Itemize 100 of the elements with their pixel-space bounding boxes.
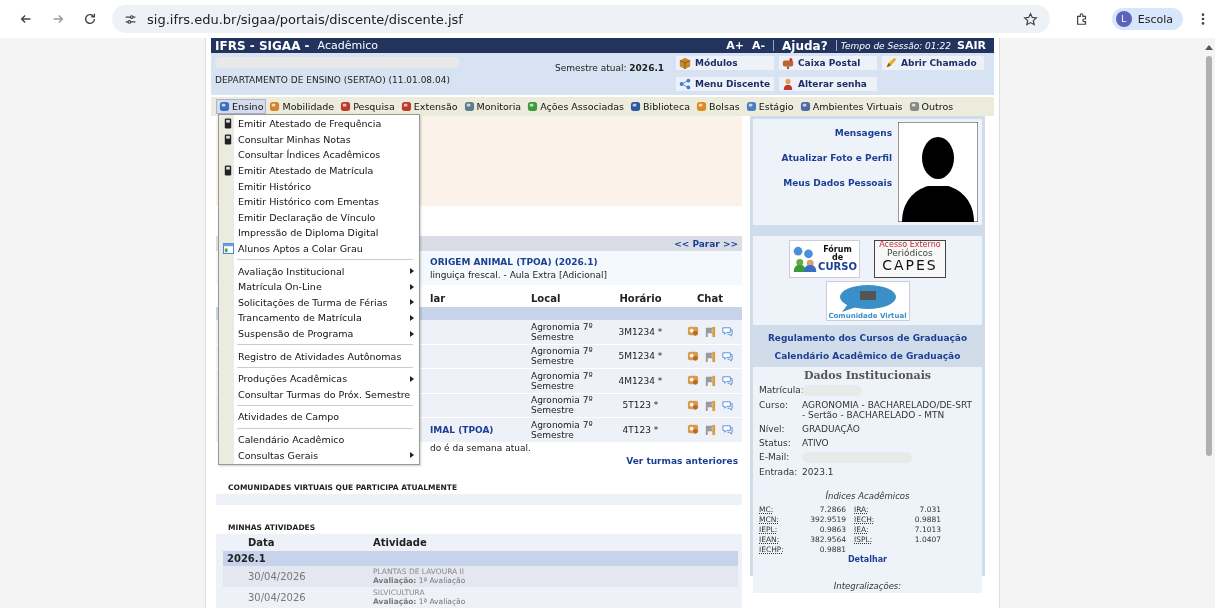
- section-subtitle: Integralizações:: [832, 581, 903, 591]
- reload-icon[interactable]: [83, 12, 97, 26]
- date-cell-text: 30/04/2026: [247, 591, 307, 603]
- forum-icon[interactable]: [686, 398, 700, 412]
- address-bar[interactable]: sig.ifrs.edu.br/sigaa/portais/discente/discente.jsf: [112, 5, 1050, 33]
- menu-item[interactable]: Emitir Atestado de Matrícula: [219, 162, 419, 179]
- menu-tab[interactable]: Biblioteca: [627, 99, 693, 114]
- menu-item[interactable]: Solicitações de Turma de Férias: [219, 294, 419, 311]
- side-link[interactable]: Calendário Acadêmico de Graduação: [774, 351, 961, 361]
- profile-chip[interactable]: L Escola: [1111, 8, 1183, 30]
- menu-item[interactable]: Produções Acadêmicas: [219, 370, 419, 387]
- extensions-icon[interactable]: [1074, 12, 1089, 26]
- font-decrease-link[interactable]: A-: [751, 39, 766, 52]
- chat-icon[interactable]: [720, 423, 734, 437]
- capes-logo[interactable]: Acesso Externo Periódicos CAPES: [873, 240, 946, 278]
- menu-item[interactable]: Trancamento de Matrícula: [219, 310, 419, 326]
- menu-icon[interactable]: [1201, 12, 1205, 26]
- menu-item[interactable]: Consultar Índices Acadêmicos: [219, 147, 419, 163]
- forum-logo[interactable]: Fórum de CURSO: [789, 240, 860, 278]
- flag-icon[interactable]: [703, 325, 717, 339]
- menu-item[interactable]: Emitir Histórico com Ementas: [219, 193, 419, 210]
- menu-item[interactable]: Emitir Histórico: [219, 178, 419, 194]
- menu-item[interactable]: Atividades de Campo: [219, 409, 419, 425]
- menu-item[interactable]: Matrícula On-Line: [219, 278, 419, 295]
- font-increase-link[interactable]: A+: [726, 39, 744, 52]
- menu-item[interactable]: Emitir Atestado de Frequência: [219, 116, 419, 132]
- menu-item[interactable]: Suspensão de Programa: [219, 325, 419, 342]
- menu-tab[interactable]: Ambientes Virtuais: [796, 99, 906, 114]
- flag-icon[interactable]: [703, 423, 717, 437]
- help-link[interactable]: Ajuda?: [782, 38, 828, 53]
- scroll-thumb[interactable]: [1206, 56, 1212, 456]
- menu-tab[interactable]: Bolsas: [693, 99, 743, 114]
- menu-tab[interactable]: Estágio: [742, 99, 797, 114]
- menu-tab[interactable]: Monitoria: [460, 99, 525, 114]
- menu-item[interactable]: Emitir Declaração de Vínculo: [219, 209, 419, 226]
- menu-item[interactable]: Registro de Atividades Autônomas: [219, 348, 419, 364]
- scroll-up-icon[interactable]: [1205, 44, 1213, 50]
- logo-text: Acesso Externo: [879, 241, 941, 249]
- flag-icon[interactable]: [703, 398, 717, 412]
- class-name-link[interactable]: IMAL (TPOA): [430, 424, 494, 435]
- table-icon: [222, 243, 234, 255]
- forum-icon[interactable]: [686, 349, 700, 363]
- forum-icon[interactable]: [686, 325, 700, 339]
- menu-tab[interactable]: Pesquisa: [337, 99, 398, 114]
- flag-icon[interactable]: [703, 349, 717, 363]
- semester-text: Semestre atual: 2026.1: [555, 62, 666, 75]
- side-link[interactable]: Regulamento dos Cursos de Graduação: [767, 333, 968, 343]
- menu-tab[interactable]: Ações Associadas: [524, 99, 628, 114]
- device-icon: [224, 165, 232, 177]
- notice-nav-link[interactable]: << Parar >>: [674, 238, 738, 249]
- menu-tab[interactable]: Mobilidade: [266, 99, 338, 114]
- profile-link[interactable]: Meus Dados Pessoais: [783, 178, 892, 188]
- menu-item[interactable]: Consultar Turmas do Próx. Semestre: [219, 386, 419, 403]
- chat-icon[interactable]: [720, 325, 734, 339]
- menu-tab[interactable]: Outros: [905, 99, 957, 114]
- menu-item[interactable]: Impressão de Diploma Digital: [219, 225, 419, 241]
- logo-text: CURSO: [818, 262, 857, 272]
- menu-item-icon: [745, 101, 757, 112]
- back-icon[interactable]: [19, 12, 33, 26]
- shortcut-button[interactable]: Alterar senha: [779, 77, 877, 91]
- profile-link[interactable]: Mensagens: [834, 128, 892, 138]
- menu-item[interactable]: Avaliação Institucional: [219, 263, 419, 279]
- notice-title[interactable]: ORIGEM ANIMAL (TPOA) (2026.1): [430, 256, 742, 267]
- menu-tab[interactable]: Ensino: [216, 99, 267, 114]
- forward-icon[interactable]: [51, 12, 65, 26]
- menu-item-icon: [696, 101, 707, 112]
- field-value: 2023.1: [802, 467, 835, 477]
- menu-item-icon: [340, 101, 352, 112]
- menu-tab[interactable]: Extensão: [397, 99, 461, 114]
- menu-item-icon: [219, 101, 230, 112]
- menu-item[interactable]: Alunos Aptos a Colar Grau: [219, 240, 419, 257]
- previous-classes-link[interactable]: Ver turmas anteriores: [626, 455, 738, 466]
- shortcut-button[interactable]: Módulos: [676, 56, 774, 70]
- column-header: lar: [430, 292, 446, 304]
- chat-icon[interactable]: [720, 374, 734, 388]
- speech-bubble-icon: [837, 284, 898, 312]
- chat-icon[interactable]: [720, 398, 734, 412]
- profile-name: Escola: [1137, 12, 1173, 26]
- bookmark-star-icon[interactable]: [1022, 11, 1038, 27]
- shortcut-button[interactable]: Menu Discente: [676, 77, 774, 91]
- details-link[interactable]: Detalhar: [759, 555, 976, 564]
- table-cell-text: Agronomia 7º Semestre: [531, 321, 594, 342]
- shortcut-button[interactable]: Caixa Postal: [779, 56, 877, 70]
- module-title: Acadêmico: [317, 39, 378, 52]
- column-header: Chat: [696, 292, 724, 304]
- system-title: IFRS - SIGAA -: [215, 38, 310, 53]
- forum-icon[interactable]: [686, 374, 700, 388]
- logout-link[interactable]: SAIR: [957, 39, 986, 52]
- shortcut-button[interactable]: Abrir Chamado: [882, 56, 984, 70]
- profile-link[interactable]: Atualizar Foto e Perfil: [781, 153, 892, 163]
- chat-icon[interactable]: [720, 349, 734, 363]
- logo-text: de: [831, 254, 844, 262]
- flag-icon[interactable]: [703, 374, 717, 388]
- table-cell-text: Agronomia 7º Semestre: [531, 395, 594, 416]
- menu-item[interactable]: Consultar Minhas Notas: [219, 131, 419, 148]
- site-settings-icon[interactable]: [124, 12, 137, 26]
- notice-text: linguiça frescal. - Aula Extra [Adicional]: [430, 269, 608, 280]
- forum-icon[interactable]: [686, 423, 700, 437]
- indices-title: Índices Acadêmicos: [824, 491, 911, 501]
- box-icon: [679, 57, 691, 69]
